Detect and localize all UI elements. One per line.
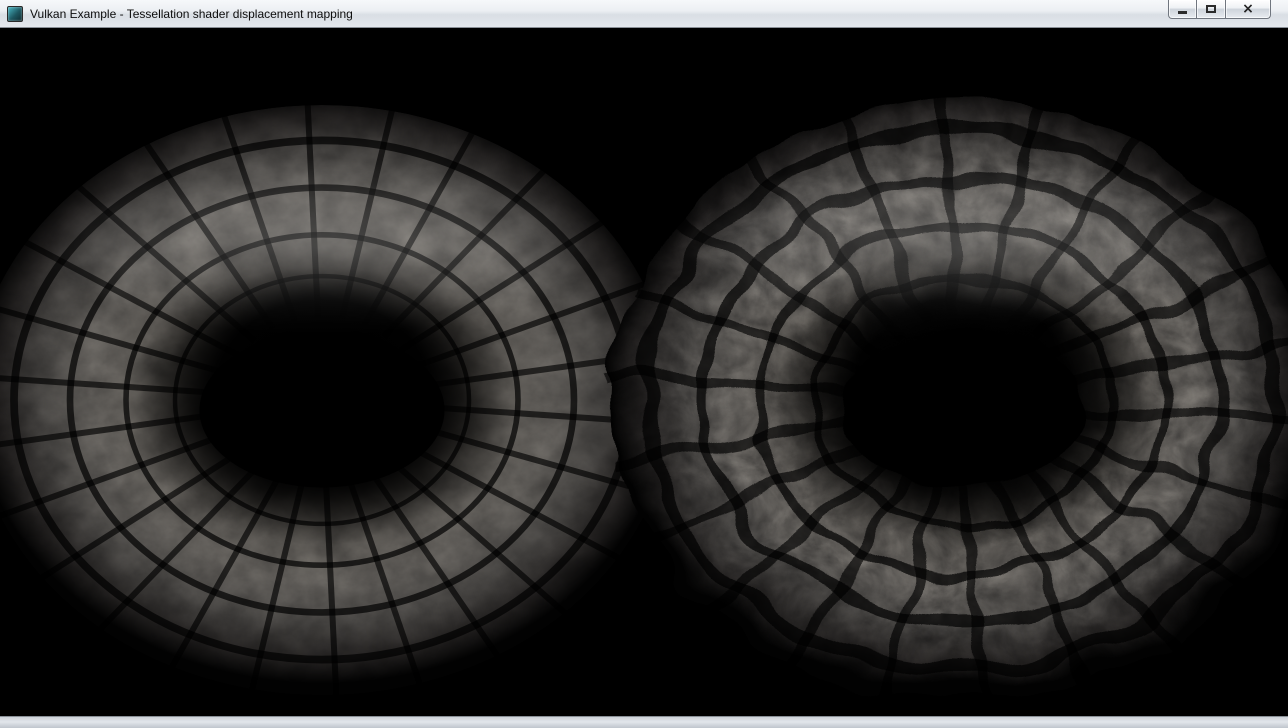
stone-torus-flat [0,102,674,697]
maximize-button[interactable] [1197,0,1226,19]
tessellation-scene[interactable] [0,28,1288,716]
close-icon: × [1242,0,1254,19]
window-title: Vulkan Example - Tessellation shader dis… [30,7,353,21]
close-button[interactable]: × [1226,0,1271,19]
render-viewport[interactable] [0,28,1288,716]
stone-torus-displacement-mapped [608,98,1288,703]
titlebar[interactable]: Vulkan Example - Tessellation shader dis… [0,0,1288,28]
minimize-icon [1178,11,1187,14]
app-window: Vulkan Example - Tessellation shader dis… [0,0,1288,728]
minimize-button[interactable] [1168,0,1197,19]
window-bottom-border [0,716,1288,728]
window-controls: × [1168,0,1271,19]
maximize-icon [1206,5,1216,13]
vulkan-app-icon[interactable] [7,6,23,22]
